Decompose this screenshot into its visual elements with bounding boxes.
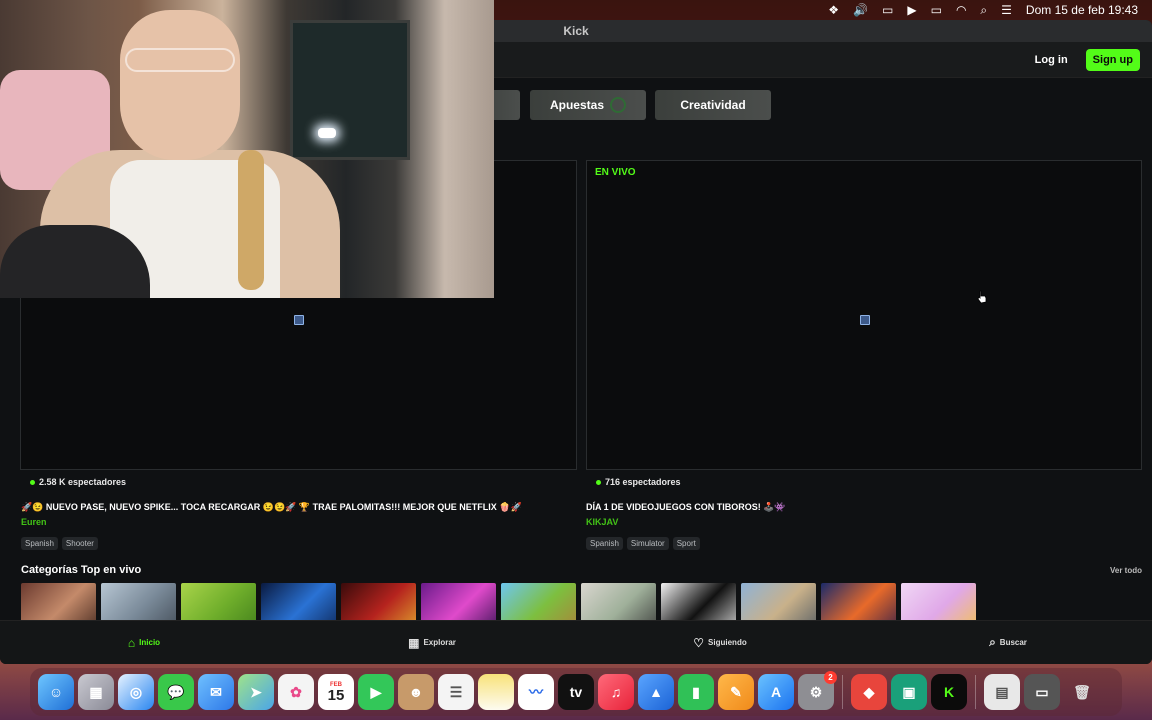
broken-image-icon — [860, 315, 870, 325]
heart-icon: ♡ — [693, 635, 705, 650]
login-button[interactable]: Log in — [1027, 50, 1076, 70]
screen-mirroring-icon[interactable]: ▭ — [882, 0, 893, 20]
app-store-icon[interactable]: A — [758, 674, 794, 710]
pages-icon[interactable]: ✎ — [718, 674, 754, 710]
home-icon: ⌂ — [127, 635, 136, 650]
category-label: Creatividad — [680, 98, 746, 112]
viewer-count: 2.58 K espectadores — [30, 477, 126, 487]
trash-icon[interactable]: 🗑 — [1064, 674, 1100, 710]
category-ring-icon — [610, 97, 627, 113]
freeform-icon[interactable]: 〰 — [518, 674, 554, 710]
contacts-icon[interactable]: ☻ — [398, 674, 434, 710]
feather-icon[interactable]: ❖ — [828, 0, 839, 20]
see-all-link[interactable]: Ver todo — [1110, 566, 1142, 575]
webcam-background-light — [318, 128, 336, 138]
stream-1-info: 🚀😉 NUEVO PASE, NUEVO SPIKE... TOCA RECAR… — [21, 502, 522, 550]
tag-spanish[interactable]: Spanish — [21, 537, 58, 550]
broken-image-icon — [294, 315, 304, 325]
top-categories-title: Categorías Top en vivo — [21, 564, 142, 576]
webcam-braid — [238, 150, 264, 290]
mail-icon[interactable]: ✉ — [198, 674, 234, 710]
battery-icon[interactable]: ▭ — [931, 0, 942, 20]
nav-following[interactable]: ♡ Siguiendo — [576, 636, 864, 650]
search-icon[interactable]: ⌕ — [980, 0, 987, 20]
finder-icon[interactable]: ☺ — [38, 674, 74, 710]
stream-title[interactable]: 🚀😉 NUEVO PASE, NUEVO SPIKE... TOCA RECAR… — [21, 502, 522, 513]
preview-icon[interactable]: ▤ — [984, 674, 1020, 710]
category-label: Apuestas — [549, 98, 605, 112]
nav-explore[interactable]: ▦ Explorar — [288, 636, 576, 650]
category-button-apuestas[interactable]: Apuestas — [530, 90, 646, 120]
screen-capture-icon[interactable]: ▭ — [1024, 674, 1060, 710]
tag-simulator[interactable]: Simulator — [626, 537, 669, 550]
dock-separator — [842, 675, 843, 709]
search-icon: ⌕ — [989, 635, 996, 649]
streamer-name[interactable]: Euren — [21, 517, 522, 527]
control-center-icon[interactable]: ☰ — [1001, 0, 1012, 20]
bottom-nav: ⌂ Inicio ▦ Explorar ♡ Siguiendo ⌕ Buscar — [0, 620, 1152, 664]
photos-icon[interactable]: ✿ — [278, 674, 314, 710]
system-settings-icon[interactable]: ⚙ 2 — [798, 671, 837, 710]
stream-player-2[interactable]: EN VIVO — [586, 160, 1142, 470]
webcam-background-door — [290, 20, 410, 160]
reminders-icon[interactable]: ☰ — [438, 674, 474, 710]
nav-search[interactable]: ⌕ Buscar — [864, 635, 1152, 650]
category-button-creatividad[interactable]: Creatividad — [655, 90, 771, 120]
safari-icon[interactable]: ◎ — [118, 674, 154, 710]
play-icon[interactable]: ▶ — [907, 0, 916, 20]
webcam-person-face — [120, 10, 240, 160]
calendar-icon[interactable]: FEB 15 — [318, 674, 354, 710]
maps-icon[interactable]: ➤ — [238, 674, 274, 710]
grid-icon: ▦ — [408, 635, 420, 650]
streamer-name[interactable]: KIKJAV — [586, 517, 786, 527]
messages-icon[interactable]: 💬 — [158, 674, 194, 710]
tag-sport[interactable]: Sport — [672, 537, 700, 550]
macos-dock: ☺ ▦ ◎ 💬 ✉ ➤ ✿ FEB 15 ▶ ☻ ☰ 〰 tv ♫ ▲ ▮ ✎ … — [30, 668, 1122, 716]
stream-1-meta: 2.58 K espectadores — [30, 477, 126, 487]
hand-cursor-icon — [977, 290, 987, 304]
facetime-icon[interactable]: ▶ — [358, 674, 394, 710]
keynote-icon[interactable]: ▲ — [638, 674, 674, 710]
signup-button[interactable]: Sign up — [1085, 48, 1140, 71]
webcam-overlay — [0, 0, 494, 298]
anydesk-icon[interactable]: ◆ — [851, 674, 887, 710]
wifi-icon[interactable]: ◠ — [956, 0, 966, 20]
live-dot-icon — [30, 479, 35, 485]
settings-badge: 2 — [824, 671, 837, 684]
stream-2-meta: 716 espectadores — [596, 477, 681, 487]
music-icon[interactable]: ♫ — [598, 674, 634, 710]
menubar-datetime[interactable]: Dom 15 de feb 19:43 — [1026, 0, 1138, 20]
live-dot-icon — [596, 479, 601, 485]
notes-icon[interactable] — [478, 674, 514, 710]
nav-home[interactable]: ⌂ Inicio — [0, 636, 288, 650]
volume-icon[interactable]: 🔊 — [853, 0, 868, 20]
tv-icon[interactable]: tv — [558, 674, 594, 710]
launchpad-icon[interactable]: ▦ — [78, 674, 114, 710]
webcam-glasses — [125, 48, 235, 72]
numbers-icon[interactable]: ▮ — [678, 674, 714, 710]
viewer-count: 716 espectadores — [596, 477, 681, 487]
stream-2-info: DÍA 1 DE VIDEOJUEGOS CON TIBOROS! 🕹️👾 KI… — [586, 502, 786, 550]
tag-spanish[interactable]: Spanish — [586, 537, 623, 550]
stream-title[interactable]: DÍA 1 DE VIDEOJUEGOS CON TIBOROS! 🕹️👾 — [586, 502, 786, 513]
tag-shooter[interactable]: Shooter — [61, 537, 98, 550]
kick-app-icon[interactable]: K — [931, 674, 967, 710]
dock-separator — [975, 675, 976, 709]
live-badge: EN VIVO — [595, 167, 636, 178]
teams-clone-icon[interactable]: ▣ — [891, 674, 927, 710]
